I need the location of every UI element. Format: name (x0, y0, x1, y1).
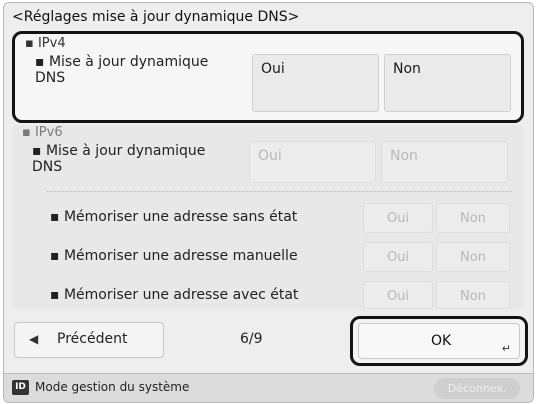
ipv6-header: ▪ IPv6 (22, 125, 63, 140)
square-bullet-icon: ▪ (32, 143, 46, 159)
stateless-no-button[interactable]: Non (436, 203, 510, 233)
ok-highlight: OK ↵ (350, 316, 528, 366)
manual-no-button[interactable]: Non (436, 242, 510, 272)
square-bullet-icon: ▪ (50, 248, 64, 264)
ipv6-ddns-no-button[interactable]: Non (381, 141, 508, 183)
bottom-navigation: ◀ Précédent 6/9 OK ↵ (4, 314, 533, 370)
enter-return-icon: ↵ (501, 342, 511, 355)
square-bullet-icon: ▪ (35, 54, 49, 70)
square-bullet-icon: ▪ (50, 209, 64, 225)
previous-button[interactable]: ◀ Précédent (14, 322, 164, 358)
stateful-no-button[interactable]: Non (436, 281, 510, 309)
stateful-address-label: ▪ Mémoriser une adresse avec état (50, 287, 299, 303)
id-icon: ID (12, 380, 29, 395)
ipv4-header: ▪ IPv4 (25, 36, 66, 51)
ipv4-ddns-no-button[interactable]: Non (384, 54, 511, 112)
ipv4-ddns-label: ▪ Mise à jour dynamique DNS (35, 54, 209, 86)
ok-button[interactable]: OK ↵ (358, 323, 520, 359)
ipv4-ddns-yes-button[interactable]: Oui (252, 54, 379, 112)
status-bar: ID Mode gestion du système Déconnex. (4, 373, 533, 402)
stateless-yes-button[interactable]: Oui (363, 203, 433, 233)
ipv6-section: ▪ IPv6 ▪ Mise à jour dynamique DNS Oui N… (12, 125, 524, 309)
ipv6-ddns-label: ▪ Mise à jour dynamique DNS (32, 143, 206, 175)
manual-address-label: ▪ Mémoriser une adresse manuelle (50, 248, 298, 264)
ok-label: OK (431, 333, 452, 349)
ipv6-ddns-yes-button[interactable]: Oui (249, 141, 376, 183)
divider (47, 191, 512, 192)
page-title: <Réglages mise à jour dynamique DNS> (12, 9, 300, 25)
logout-button[interactable]: Déconnex. (434, 378, 520, 399)
square-bullet-icon: ▪ (25, 36, 38, 51)
page-indicator: 6/9 (240, 331, 263, 347)
stateful-yes-button[interactable]: Oui (363, 281, 433, 309)
ipv4-section: ▪ IPv4 ▪ Mise à jour dynamique DNS Oui N… (12, 31, 524, 123)
system-mode-text: Mode gestion du système (35, 380, 190, 394)
screen: <Réglages mise à jour dynamique DNS> ▪ I… (3, 2, 534, 403)
stateless-address-label: ▪ Mémoriser une adresse sans état (50, 209, 298, 225)
left-triangle-icon: ◀ (29, 332, 39, 346)
previous-label: Précédent (57, 331, 128, 347)
manual-yes-button[interactable]: Oui (363, 242, 433, 272)
square-bullet-icon: ▪ (50, 287, 64, 303)
square-bullet-icon: ▪ (22, 125, 35, 140)
